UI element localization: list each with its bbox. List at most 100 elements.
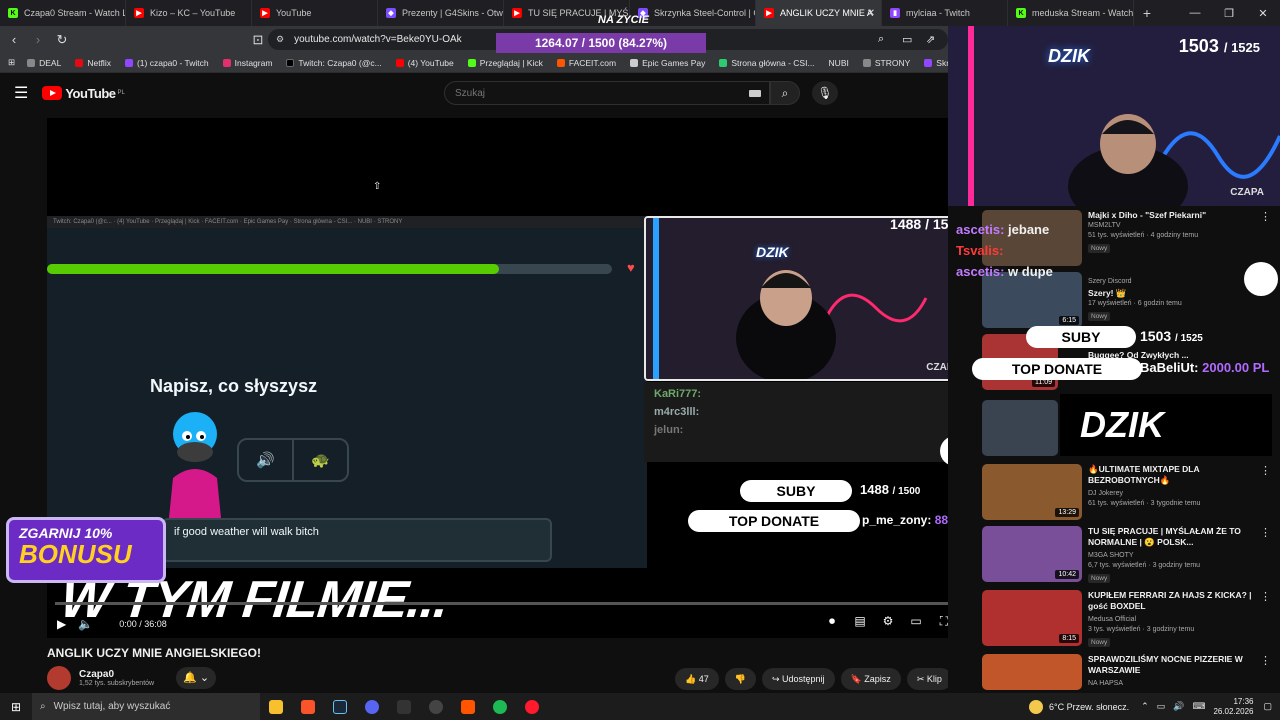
save-label: Zapisz: [864, 674, 891, 684]
network-icon[interactable]: ▭: [1157, 701, 1166, 712]
bookmark-item[interactable]: Epic Games Pay: [630, 58, 705, 68]
share-icon[interactable]: ⇗: [926, 33, 935, 46]
youtube-logo[interactable]: YouTube PL: [42, 86, 125, 101]
language-icon[interactable]: ⌨: [1192, 701, 1205, 712]
voice-search-button[interactable]: 🎙: [812, 81, 838, 105]
faceit-ac-icon[interactable]: [452, 693, 484, 720]
browser-tab[interactable]: ▶ YouTube: [252, 0, 378, 26]
browser-tab[interactable]: Kmeduska Stream - Watch l: [1008, 0, 1134, 26]
search-box: [444, 81, 770, 105]
video-progress-bar[interactable]: [55, 602, 964, 605]
spotify-icon[interactable]: [484, 693, 516, 720]
recommendation-item[interactable]: 13:29 🔥ULTIMATE MIXTAPE DLA BEZROBOTNYCH…: [982, 464, 1277, 522]
site-info-icon[interactable]: ⚙: [276, 34, 284, 45]
keyboard-icon[interactable]: [749, 90, 761, 97]
play-audio-button[interactable]: 🔊: [239, 440, 294, 480]
opera-icon[interactable]: [516, 693, 548, 720]
bookmark-icon[interactable]: ⊡: [248, 32, 268, 48]
close-tab-icon[interactable]: ✕: [867, 8, 875, 19]
zoom-icon[interactable]: ⌕: [878, 33, 884, 46]
save-button[interactable]: 🔖 Zapisz: [840, 668, 901, 690]
video-thumbnail[interactable]: 13:29: [982, 464, 1082, 520]
weather-text[interactable]: 6°C Przew. słonecz.: [1049, 702, 1129, 712]
youtube-header: ☰ YouTube PL ⌕ 🎙: [0, 73, 960, 113]
forward-icon[interactable]: ›: [28, 32, 48, 47]
browser-tab[interactable]: K Czapa0 Stream - Watch Li: [0, 0, 126, 26]
recommendation-item[interactable]: 6:15 Szery! 👑 Szery Discord 17 wyświetle…: [982, 272, 1277, 330]
new-tab-button[interactable]: +: [1134, 5, 1160, 21]
clip-button[interactable]: ✂ Klip: [906, 668, 952, 690]
video-thumbnail[interactable]: [982, 400, 1058, 456]
more-icon[interactable]: ⋮: [1260, 654, 1271, 667]
browser-tab[interactable]: ▮ mylciaa - Twitch: [882, 0, 1008, 26]
browser-tab-active[interactable]: ▶ ANGLIK UCZY MNIE A ✕: [756, 0, 882, 26]
bookmark-item[interactable]: Przeglądaj | Kick: [467, 58, 543, 68]
bookmark-item[interactable]: (1) czapa0 - Twitch: [124, 58, 209, 68]
file-explorer-icon[interactable]: [260, 693, 292, 720]
play-icon[interactable]: ▶: [57, 617, 66, 631]
bookmark-item[interactable]: FACEIT.com: [556, 58, 616, 68]
apps-icon[interactable]: ⊞: [8, 57, 15, 68]
more-icon[interactable]: ⋮: [1260, 590, 1271, 603]
bookmark-item[interactable]: Netflix: [75, 58, 111, 68]
notification-bell-button[interactable]: 🔔 ⌄: [176, 667, 217, 689]
faceit-icon[interactable]: [420, 693, 452, 720]
autoplay-toggle[interactable]: ⏺: [818, 614, 846, 629]
bookmark-item[interactable]: NUBI: [829, 58, 849, 68]
player-controls: ▶ 🔈 0:00 / 36:08 ⏺ ▤ ⚙ ▭ ⛶: [47, 596, 972, 638]
search-button[interactable]: ⌕: [770, 81, 800, 105]
bookmark-item[interactable]: DEAL: [27, 58, 61, 68]
video-player[interactable]: Twitch: Czapa0 (@c... · (4) YouTube · Pr…: [47, 118, 972, 638]
reload-icon[interactable]: ↻: [52, 32, 72, 48]
channel-name[interactable]: Czapa0: [79, 669, 154, 680]
theater-icon[interactable]: ▭: [902, 614, 930, 629]
menu-icon[interactable]: ☰: [14, 83, 28, 103]
back-icon[interactable]: ‹: [4, 32, 24, 47]
discord-icon[interactable]: [356, 693, 388, 720]
avatar[interactable]: [47, 666, 71, 690]
settings-icon[interactable]: ⚙: [874, 614, 902, 629]
volume-icon[interactable]: 🔈: [78, 617, 93, 631]
brave-icon[interactable]: [292, 693, 324, 720]
recommendation-item[interactable]: 8:15 KUPIŁEM FERRARI ZA HAJS Z KICKA? | …: [982, 590, 1277, 648]
epic-games-icon[interactable]: [388, 693, 420, 720]
notifications-icon[interactable]: ▢: [1263, 701, 1272, 712]
bookmark-item[interactable]: Strona główna - CSI...: [719, 57, 815, 68]
chat-message: jebane: [1008, 222, 1050, 237]
bookmark-item[interactable]: Instagram: [222, 58, 272, 68]
browser-tab[interactable]: ▶ Kizo – KC – YouTube: [126, 0, 252, 26]
more-icon[interactable]: ⋮: [1260, 210, 1271, 223]
recommendation-item[interactable]: 10:42 TU SIĘ PRACUJE | MYŚLAŁAM ŻE TO NO…: [982, 526, 1277, 584]
clock[interactable]: 17:36 26.02.2026: [1213, 697, 1253, 717]
answer-textarea[interactable]: if good weather will walk bitch: [162, 518, 552, 562]
like-button[interactable]: 👍 47: [675, 668, 719, 690]
bookmark-item[interactable]: STRONY: [862, 58, 910, 68]
cast-icon[interactable]: ▭: [902, 33, 912, 46]
minimize-icon[interactable]: —: [1178, 7, 1212, 19]
dislike-button[interactable]: 👎: [724, 668, 756, 690]
subtitles-icon[interactable]: ▤: [846, 614, 874, 629]
bookmark-label: (4) YouTube: [407, 57, 454, 68]
video-thumbnail[interactable]: 6:15: [982, 272, 1082, 328]
bookmark-item[interactable]: (4) YouTube: [395, 57, 454, 68]
sub-count-widget: 1503 / 1525: [1140, 328, 1203, 344]
share-button[interactable]: ↪ Udostępnij: [761, 668, 835, 690]
chevron-up-icon[interactable]: ⌃: [1141, 701, 1149, 712]
slow-audio-button[interactable]: 🐢: [294, 440, 347, 480]
bookmark-label: Strona główna - CSI...: [731, 57, 815, 68]
video-thumbnail[interactable]: 10:42: [982, 526, 1082, 582]
more-icon[interactable]: ⋮: [1260, 526, 1271, 539]
more-icon[interactable]: ⋮: [1260, 464, 1271, 477]
close-window-icon[interactable]: ✕: [1246, 7, 1280, 20]
steam-icon[interactable]: [324, 693, 356, 720]
video-thumbnail[interactable]: [982, 654, 1082, 690]
maximize-icon[interactable]: ❐: [1212, 7, 1246, 20]
bookmark-item[interactable]: Twitch: Czapa0 (@c...: [286, 58, 382, 68]
video-thumbnail[interactable]: 8:15: [982, 590, 1082, 646]
kick-icon: K: [1016, 8, 1026, 18]
browser-tab[interactable]: ◆ Prezenty | G4Skins - Otwie: [378, 0, 504, 26]
volume-icon[interactable]: 🔊: [1173, 701, 1184, 712]
windows-start-icon[interactable]: ⊞: [0, 700, 32, 714]
search-input[interactable]: [455, 87, 735, 99]
taskbar-search[interactable]: ⌕ Wpisz tutaj, aby wyszukać: [32, 693, 260, 720]
